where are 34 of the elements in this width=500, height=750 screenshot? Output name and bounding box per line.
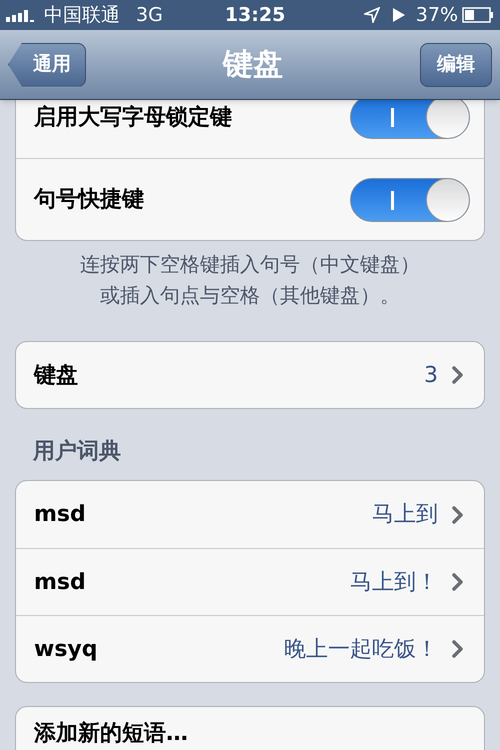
shortcut-text: wsyq bbox=[34, 636, 99, 664]
setting-label: 句号快捷键 bbox=[34, 186, 144, 214]
location-arrow-icon bbox=[364, 7, 380, 23]
shortcut-row[interactable]: msd 马上到 bbox=[16, 481, 484, 548]
chevron-icon bbox=[452, 366, 464, 384]
network-type: 3G bbox=[136, 2, 163, 28]
play-icon bbox=[392, 7, 406, 23]
back-button[interactable]: 通用 bbox=[8, 42, 86, 86]
shortcut-row[interactable]: msd 马上到！ bbox=[16, 548, 484, 615]
shortcut-row[interactable]: wsyq 晚上一起吃饭！ bbox=[16, 615, 484, 682]
chevron-icon bbox=[452, 640, 464, 658]
toggle-switch[interactable] bbox=[350, 100, 470, 139]
carrier-name: 中国联通 bbox=[44, 2, 120, 28]
add-phrase-row[interactable]: 添加新的短语… bbox=[15, 706, 485, 750]
chevron-icon bbox=[452, 573, 464, 591]
edit-button[interactable]: 编辑 bbox=[420, 42, 492, 86]
battery-icon bbox=[462, 7, 494, 23]
setting-label: 启用大写字母锁定键 bbox=[34, 104, 232, 132]
row-label: 键盘 bbox=[34, 362, 79, 390]
phrase-text: 马上到！ bbox=[350, 568, 438, 596]
section-header: 用户词典 bbox=[32, 438, 122, 466]
toggle-switch[interactable] bbox=[350, 178, 470, 222]
screen-title: 键盘 bbox=[223, 46, 283, 84]
keyboards-row[interactable]: 键盘 3 bbox=[15, 341, 485, 409]
row-value: 3 bbox=[424, 362, 438, 390]
chevron-icon bbox=[452, 506, 464, 524]
phrase-text: 晚上一起吃饭！ bbox=[284, 636, 438, 664]
add-phrase-label: 添加新的短语… bbox=[34, 721, 188, 747]
shortcut-text: msd bbox=[34, 568, 87, 596]
battery-percent: 37% bbox=[416, 2, 458, 28]
shortcut-text: msd bbox=[34, 501, 87, 529]
phrase-text: 马上到 bbox=[372, 501, 438, 529]
footer-note: 连按两下空格键插入句号（中文键盘） 或插入句点与空格（其他键盘）。 bbox=[79, 251, 421, 309]
clock-time: 13:25 bbox=[224, 2, 286, 28]
